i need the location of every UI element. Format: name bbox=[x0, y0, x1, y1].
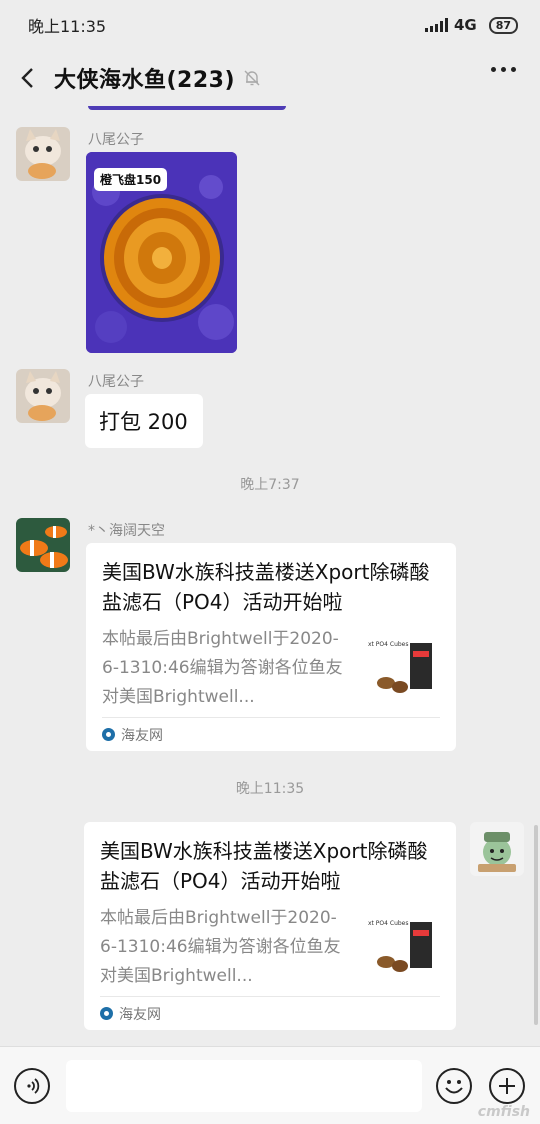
thumbnail-text: xt PO4 Cubes bbox=[368, 920, 409, 927]
card-source: 海友网 bbox=[119, 1006, 161, 1023]
my-avatar[interactable] bbox=[470, 822, 524, 876]
watermark: cmfish bbox=[477, 1104, 530, 1120]
add-icon[interactable] bbox=[489, 1068, 525, 1104]
link-card[interactable]: 美国BW水族科技盖楼送Xport除磷酸盐滤石（PO4）活动开始啦 本帖最后由Br… bbox=[84, 822, 456, 1030]
more-options-icon[interactable] bbox=[491, 67, 516, 72]
previous-message-image-edge bbox=[88, 106, 286, 110]
source-app-icon bbox=[100, 1007, 113, 1020]
timestamp: 晚上7:37 bbox=[240, 477, 300, 493]
signal-icon bbox=[424, 18, 448, 32]
text-message[interactable]: 打包 200 bbox=[85, 394, 203, 448]
status-bar: 晚上11:35 4G 87 bbox=[0, 0, 540, 50]
link-card[interactable]: 美国BW水族科技盖楼送Xport除磷酸盐滤石（PO4）活动开始啦 本帖最后由Br… bbox=[86, 543, 456, 751]
card-thumbnail: xt PO4 Cubes bbox=[366, 916, 440, 990]
sender-name: *丶海阔天空 bbox=[88, 523, 165, 539]
battery-icon: 87 bbox=[488, 16, 518, 34]
back-icon[interactable] bbox=[16, 67, 38, 89]
avatar[interactable] bbox=[16, 518, 70, 572]
card-title: 美国BW水族科技盖楼送Xport除磷酸盐滤石（PO4）活动开始啦 bbox=[100, 839, 428, 893]
card-title: 美国BW水族科技盖楼送Xport除磷酸盐滤石（PO4）活动开始啦 bbox=[102, 560, 430, 614]
scrollbar[interactable] bbox=[534, 825, 538, 1025]
card-description: 本帖最后由Brightwell于2020-6-1310:46编辑为答谢各位鱼友对… bbox=[102, 629, 343, 707]
mute-bell-icon bbox=[243, 69, 261, 87]
card-footer: 海友网 bbox=[100, 996, 440, 1030]
card-description: 本帖最后由Brightwell于2020-6-1310:46编辑为答谢各位鱼友对… bbox=[100, 908, 341, 986]
thumbnail-text: xt PO4 Cubes bbox=[368, 641, 409, 648]
sender-name: 八尾公子 bbox=[88, 132, 144, 148]
chat-title: 大侠海水鱼(223) bbox=[54, 68, 236, 93]
emoji-icon[interactable] bbox=[436, 1068, 472, 1104]
avatar[interactable] bbox=[16, 369, 70, 423]
image-caption-label: 橙飞盘150 bbox=[94, 168, 168, 191]
card-thumbnail: xt PO4 Cubes bbox=[366, 637, 440, 711]
card-source: 海友网 bbox=[121, 727, 163, 744]
status-indicators: 4G 87 bbox=[424, 16, 518, 34]
sender-name: 八尾公子 bbox=[88, 374, 144, 390]
message-text: 打包 200 bbox=[99, 410, 188, 434]
status-time: 晚上11:35 bbox=[28, 17, 107, 36]
input-bar: cmfish bbox=[0, 1046, 540, 1124]
card-footer: 海友网 bbox=[102, 717, 440, 751]
network-type: 4G bbox=[453, 16, 477, 34]
message-input[interactable] bbox=[66, 1060, 422, 1112]
timestamp: 晚上11:35 bbox=[235, 781, 305, 797]
source-app-icon bbox=[102, 728, 115, 741]
avatar[interactable] bbox=[16, 127, 70, 181]
voice-input-icon[interactable] bbox=[14, 1068, 50, 1104]
image-message[interactable]: 橙飞盘150 bbox=[86, 152, 237, 353]
chat-header: 大侠海水鱼(223) bbox=[0, 50, 540, 106]
